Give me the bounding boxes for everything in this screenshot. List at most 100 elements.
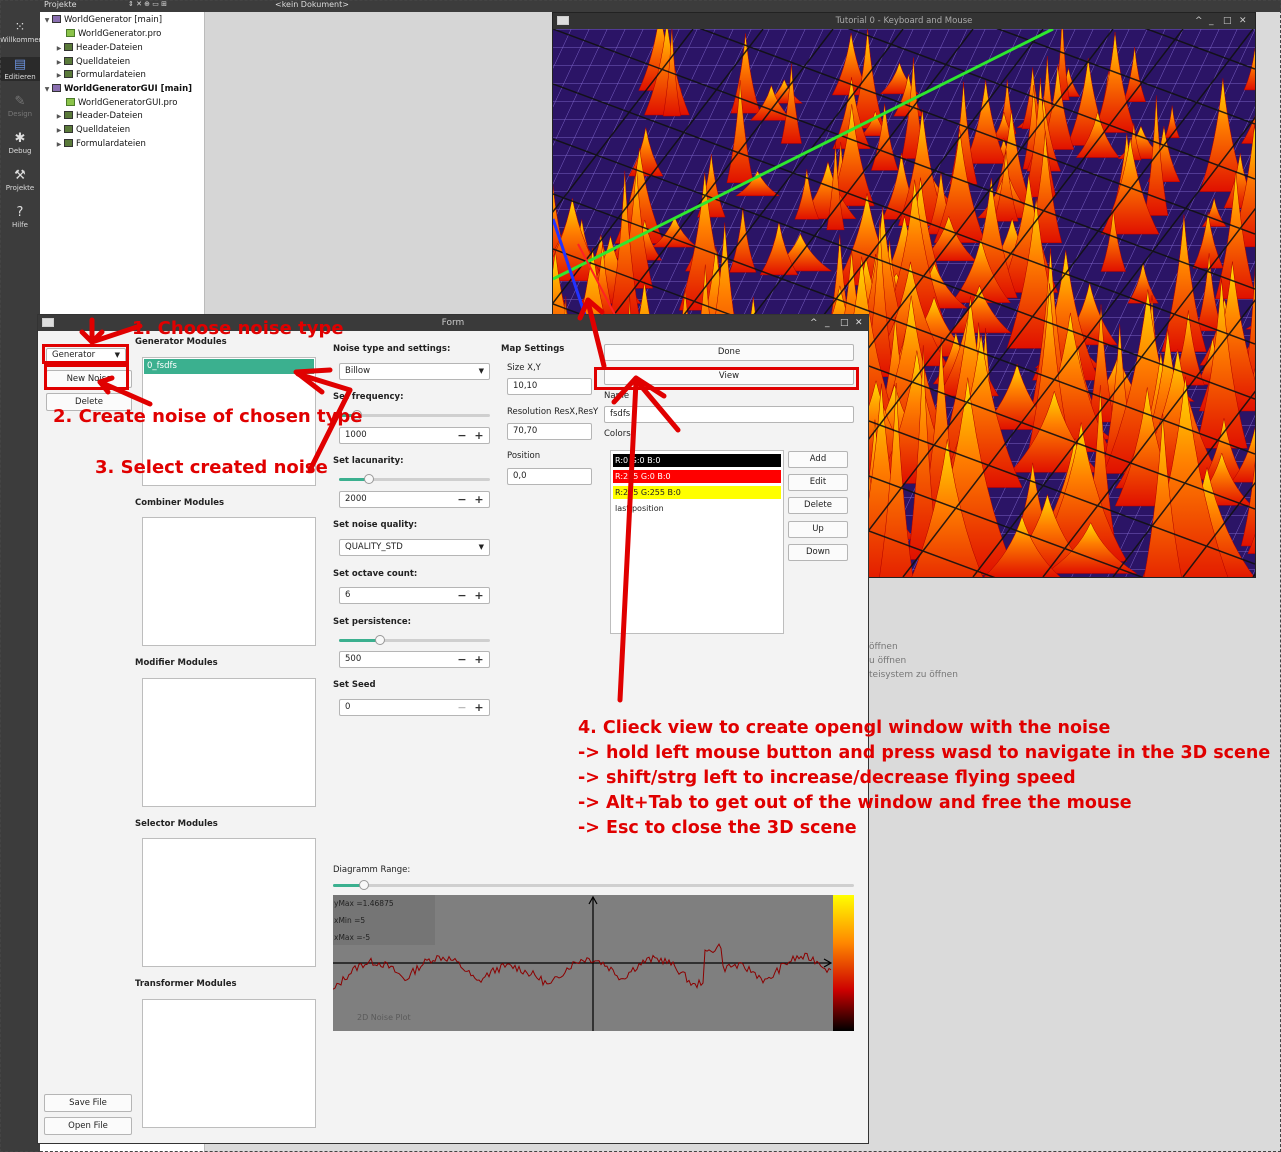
- mode-sidebar: ⁙ Willkommen ▤ Editieren ✎ Design ✱ Debug ⚒ P…: [0, 12, 43, 1152]
- tree-item[interactable]: WorldGeneratorGUI.pro: [66, 97, 177, 110]
- save-file-button[interactable]: Save File: [44, 1094, 132, 1112]
- noise-plot[interactable]: yMax =1.46875 xMin =5 xMax =-5 2D Noise …: [333, 895, 854, 1031]
- minimize-icon[interactable]: _: [1209, 13, 1214, 29]
- minus-icon[interactable]: −: [455, 652, 469, 667]
- folder-icon: [64, 125, 73, 133]
- plus-icon[interactable]: +: [472, 652, 486, 667]
- noise-type-select[interactable]: Billow ▼: [339, 363, 490, 380]
- plus-icon[interactable]: +: [472, 700, 486, 715]
- window-menu-icon[interactable]: [42, 318, 54, 327]
- pro-file-icon: [66, 98, 75, 106]
- tree-item[interactable]: ▶ Header-Dateien: [54, 42, 143, 55]
- persistence-slider[interactable]: [339, 635, 490, 645]
- chevron-right-icon[interactable]: ▶: [54, 69, 64, 82]
- done-button[interactable]: Done: [604, 344, 854, 361]
- delete-color-button[interactable]: Delete: [788, 497, 848, 514]
- chevron-right-icon[interactable]: ▶: [54, 124, 64, 137]
- persistence-spinbox[interactable]: 500− +: [339, 651, 490, 668]
- minus-icon[interactable]: −: [455, 700, 469, 715]
- chevron-down-icon[interactable]: ▼: [42, 14, 52, 27]
- diagram-range-slider[interactable]: [333, 880, 854, 890]
- project-tree[interactable]: ▼ WorldGenerator [main] WorldGenerator.pr…: [40, 12, 205, 317]
- chevron-right-icon[interactable]: ▶: [54, 138, 64, 151]
- transformer-modules-label: Transformer Modules: [135, 979, 237, 989]
- color-item[interactable]: last position: [613, 502, 781, 515]
- plot-canvas: [333, 895, 854, 1031]
- quality-select[interactable]: QUALITY_STD ▼: [339, 539, 490, 556]
- caret-up-icon[interactable]: ^: [810, 315, 818, 331]
- octave-spinbox[interactable]: 6− +: [339, 587, 490, 604]
- color-down-button[interactable]: Down: [788, 544, 848, 561]
- combiner-modules-list[interactable]: [142, 517, 316, 646]
- tree-item[interactable]: ▼ WorldGenerator [main]: [42, 14, 162, 27]
- mode-projects[interactable]: ⚒ Projekte: [0, 168, 40, 192]
- close-icon[interactable]: ✕: [1239, 13, 1247, 29]
- highlight-new-noise: [44, 364, 129, 390]
- maximize-icon[interactable]: □: [840, 315, 849, 331]
- tree-item[interactable]: ▶ Formulardateien: [54, 138, 146, 151]
- folder-icon: [64, 43, 73, 51]
- tree-item[interactable]: ▶ Quelldateien: [54, 56, 130, 69]
- color-item[interactable]: R:255 G:255 B:0: [613, 486, 781, 499]
- modifier-modules-list[interactable]: [142, 678, 316, 807]
- chevron-right-icon[interactable]: ▶: [54, 56, 64, 69]
- tree-item[interactable]: ▶ Header-Dateien: [54, 110, 143, 123]
- maximize-icon[interactable]: □: [1223, 13, 1232, 29]
- tree-item[interactable]: ▶ Quelldateien: [54, 124, 130, 137]
- chevron-right-icon[interactable]: ▶: [54, 110, 64, 123]
- minimize-icon[interactable]: _: [825, 315, 830, 331]
- edit-color-button[interactable]: Edit: [788, 474, 848, 491]
- plus-icon[interactable]: +: [472, 492, 486, 507]
- size-input[interactable]: 10,10: [507, 378, 592, 395]
- minus-icon[interactable]: −: [455, 428, 469, 443]
- opengl-title-bar[interactable]: Tutorial 0 - Keyboard and Mouse ^ _ □ ✕: [553, 13, 1255, 29]
- selector-modules-label: Selector Modules: [135, 819, 218, 829]
- mode-welcome[interactable]: ⁙ Willkommen: [0, 20, 43, 44]
- frequency-spinbox[interactable]: 1000− +: [339, 427, 490, 444]
- selector-modules-list[interactable]: [142, 838, 316, 967]
- mode-debug[interactable]: ✱ Debug: [0, 131, 40, 155]
- lacunarity-spinbox[interactable]: 2000− +: [339, 491, 490, 508]
- minus-icon[interactable]: −: [455, 588, 469, 603]
- slider-knob[interactable]: [364, 474, 375, 484]
- close-icon[interactable]: ✕: [855, 315, 863, 331]
- slider-knob[interactable]: [374, 635, 385, 645]
- tree-item[interactable]: WorldGenerator.pro: [66, 28, 161, 41]
- window-menu-icon[interactable]: [557, 16, 569, 25]
- folder-icon: [64, 139, 73, 147]
- mode-edit[interactable]: ▤ Editieren: [0, 57, 40, 81]
- mode-help[interactable]: ? Hilfe: [0, 205, 40, 229]
- name-input[interactable]: fsdfs: [604, 406, 854, 423]
- document-selector[interactable]: <kein Dokument>: [275, 0, 349, 9]
- resolution-input[interactable]: 70,70: [507, 423, 592, 440]
- tree-item[interactable]: ▼ WorldGeneratorGUI [main]: [42, 83, 192, 96]
- grid-icon: ⁙: [14, 20, 26, 35]
- caret-up-icon[interactable]: ^: [1195, 13, 1203, 29]
- resolution-label: Resolution ResX,ResY: [507, 407, 599, 417]
- chevron-down-icon[interactable]: ▼: [42, 83, 52, 96]
- seed-spinbox[interactable]: 0− +: [339, 699, 490, 716]
- slider-knob[interactable]: [359, 880, 370, 890]
- transformer-modules-list[interactable]: [142, 999, 316, 1128]
- color-item[interactable]: R:0 G:0 B:0: [613, 454, 781, 467]
- minus-icon[interactable]: −: [455, 492, 469, 507]
- wrench-icon: ⚒: [14, 168, 26, 183]
- colors-label: Colors:: [604, 429, 634, 439]
- position-input[interactable]: 0,0: [507, 468, 592, 485]
- color-item[interactable]: R:255 G:0 B:0: [613, 470, 781, 483]
- tree-item[interactable]: ▶ Formulardateien: [54, 69, 146, 82]
- toolbar-icons[interactable]: ⇕ ✕ ⊕ ▭ ⊞: [128, 0, 167, 8]
- add-color-button[interactable]: Add: [788, 451, 848, 468]
- list-item[interactable]: 0_fsdfs: [144, 359, 314, 374]
- plus-icon[interactable]: +: [472, 428, 486, 443]
- color-up-button[interactable]: Up: [788, 521, 848, 538]
- editor-area: [205, 12, 552, 317]
- chevron-right-icon[interactable]: ▶: [54, 42, 64, 55]
- plus-icon[interactable]: +: [472, 588, 486, 603]
- welcome-hint: u öffnen: [869, 656, 907, 666]
- open-file-button[interactable]: Open File: [44, 1117, 132, 1135]
- mode-design[interactable]: ✎ Design: [0, 94, 40, 118]
- colors-list[interactable]: R:0 G:0 B:0 R:255 G:0 B:0 R:255 G:255 B:…: [610, 450, 784, 634]
- lacunarity-slider[interactable]: [339, 474, 490, 484]
- ide-top-bar: Projekte ⇕ ✕ ⊕ ▭ ⊞ <kein Dokument>: [0, 0, 1281, 12]
